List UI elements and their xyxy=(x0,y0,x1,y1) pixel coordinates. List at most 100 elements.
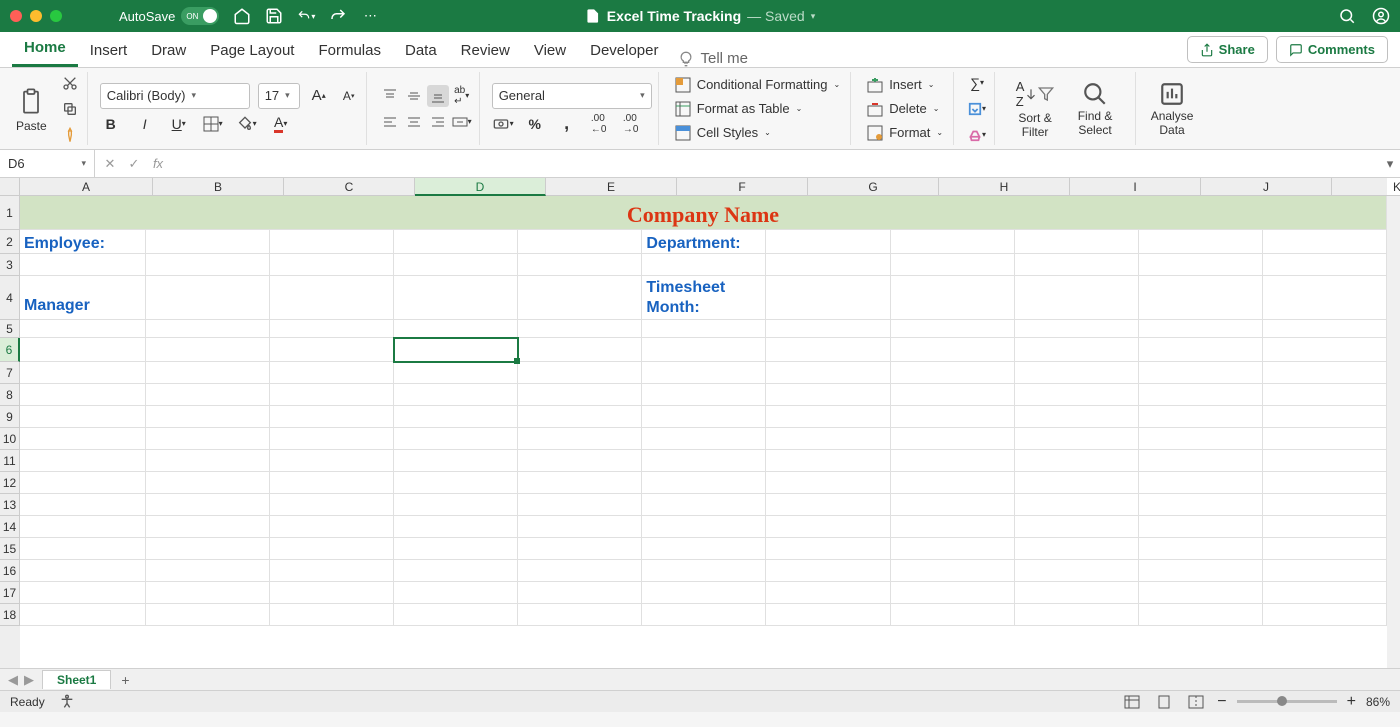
cell-F5[interactable] xyxy=(642,320,766,338)
cell-B17[interactable] xyxy=(146,582,270,604)
cell-J13[interactable] xyxy=(1139,494,1263,516)
cell-D15[interactable] xyxy=(394,538,518,560)
cell-K10[interactable] xyxy=(1263,428,1387,450)
cell-J14[interactable] xyxy=(1139,516,1263,538)
cell-B10[interactable] xyxy=(146,428,270,450)
cell-E15[interactable] xyxy=(518,538,642,560)
cell-J6[interactable] xyxy=(1139,338,1263,362)
cell-A17[interactable] xyxy=(20,582,146,604)
tell-me-search[interactable]: Tell me xyxy=(670,50,756,67)
cell-I14[interactable] xyxy=(1015,516,1139,538)
zoom-in-button[interactable]: + xyxy=(1347,693,1356,711)
format-cells-button[interactable]: Format ⌄ xyxy=(863,123,947,143)
prev-sheet-button[interactable]: ◀ xyxy=(8,672,18,688)
name-box[interactable]: D6▾ xyxy=(0,150,95,177)
cell-G5[interactable] xyxy=(766,320,890,338)
cell-I3[interactable] xyxy=(1015,254,1139,276)
row-header-11[interactable]: 11 xyxy=(0,450,20,472)
fill-color-button[interactable]: ▾ xyxy=(236,113,258,135)
page-layout-view-button[interactable] xyxy=(1153,693,1175,711)
cell-E4[interactable] xyxy=(518,276,642,320)
cell-K11[interactable] xyxy=(1263,450,1387,472)
cell-E10[interactable] xyxy=(518,428,642,450)
cell-B16[interactable] xyxy=(146,560,270,582)
cell-D17[interactable] xyxy=(394,582,518,604)
row-header-12[interactable]: 12 xyxy=(0,472,20,494)
cell-D7[interactable] xyxy=(394,362,518,384)
clear-button[interactable]: ▾ xyxy=(966,124,988,146)
cell-B14[interactable] xyxy=(146,516,270,538)
cell-F18[interactable] xyxy=(642,604,766,626)
format-painter-button[interactable] xyxy=(59,124,81,146)
cell-B8[interactable] xyxy=(146,384,270,406)
cell-I18[interactable] xyxy=(1015,604,1139,626)
cell-C6[interactable] xyxy=(270,338,394,362)
cell-G6[interactable] xyxy=(766,338,890,362)
cell-J11[interactable] xyxy=(1139,450,1263,472)
cell-E5[interactable] xyxy=(518,320,642,338)
cell-K3[interactable] xyxy=(1263,254,1387,276)
increase-font-button[interactable]: A▴ xyxy=(308,85,330,107)
cell-D6[interactable] xyxy=(394,338,518,362)
row-header-7[interactable]: 7 xyxy=(0,362,20,384)
cell-I15[interactable] xyxy=(1015,538,1139,560)
tab-page-layout[interactable]: Page Layout xyxy=(198,34,306,67)
horizontal-scrollbar[interactable] xyxy=(144,674,1396,686)
document-title[interactable]: Excel Time Tracking — Saved ▾ xyxy=(585,8,816,24)
cell-A18[interactable] xyxy=(20,604,146,626)
cell-G8[interactable] xyxy=(766,384,890,406)
cell-A4[interactable]: Manager xyxy=(20,276,146,320)
cell-D4[interactable] xyxy=(394,276,518,320)
wrap-text-button[interactable]: ab↵▾ xyxy=(451,85,473,107)
cell-H14[interactable] xyxy=(891,516,1015,538)
align-middle-button[interactable] xyxy=(403,85,425,107)
cell-D13[interactable] xyxy=(394,494,518,516)
cell-C11[interactable] xyxy=(270,450,394,472)
cell-H11[interactable] xyxy=(891,450,1015,472)
row-header-4[interactable]: 4 xyxy=(0,276,20,320)
sort-filter-button[interactable]: AZ Sort & Filter xyxy=(1007,77,1063,141)
cell-A9[interactable] xyxy=(20,406,146,428)
column-header-K[interactable]: K xyxy=(1332,178,1400,196)
cell-D14[interactable] xyxy=(394,516,518,538)
cell-K8[interactable] xyxy=(1263,384,1387,406)
column-header-G[interactable]: G xyxy=(808,178,939,196)
cell-H16[interactable] xyxy=(891,560,1015,582)
more-icon[interactable]: ⋯ xyxy=(361,7,379,25)
decrease-decimal-button[interactable]: .00→0 xyxy=(620,113,642,135)
percent-format-button[interactable]: % xyxy=(524,113,546,135)
cell-F3[interactable] xyxy=(642,254,766,276)
cell-I10[interactable] xyxy=(1015,428,1139,450)
cell-B6[interactable] xyxy=(146,338,270,362)
fx-button[interactable]: fx xyxy=(149,156,167,171)
cell-G14[interactable] xyxy=(766,516,890,538)
cell-J9[interactable] xyxy=(1139,406,1263,428)
cell-E16[interactable] xyxy=(518,560,642,582)
cell-E13[interactable] xyxy=(518,494,642,516)
cell-I13[interactable] xyxy=(1015,494,1139,516)
cell-K4[interactable] xyxy=(1263,276,1387,320)
cell-F4[interactable]: Timesheet Month: xyxy=(642,276,766,320)
cell-G18[interactable] xyxy=(766,604,890,626)
row-header-13[interactable]: 13 xyxy=(0,494,20,516)
cell-C2[interactable] xyxy=(270,230,394,254)
cell-I8[interactable] xyxy=(1015,384,1139,406)
redo-icon[interactable] xyxy=(329,7,347,25)
find-select-button[interactable]: Find & Select xyxy=(1067,79,1123,139)
cell-A8[interactable] xyxy=(20,384,146,406)
cell-H6[interactable] xyxy=(891,338,1015,362)
tab-formulas[interactable]: Formulas xyxy=(306,34,393,67)
number-format-dropdown[interactable]: General▾ xyxy=(492,83,652,109)
cell-F14[interactable] xyxy=(642,516,766,538)
cell-K16[interactable] xyxy=(1263,560,1387,582)
column-header-F[interactable]: F xyxy=(677,178,808,196)
cell-I4[interactable] xyxy=(1015,276,1139,320)
cell-K9[interactable] xyxy=(1263,406,1387,428)
cell-I11[interactable] xyxy=(1015,450,1139,472)
cut-button[interactable] xyxy=(59,72,81,94)
cell-H3[interactable] xyxy=(891,254,1015,276)
cell-J12[interactable] xyxy=(1139,472,1263,494)
cell-G17[interactable] xyxy=(766,582,890,604)
cell-G4[interactable] xyxy=(766,276,890,320)
cell-B7[interactable] xyxy=(146,362,270,384)
